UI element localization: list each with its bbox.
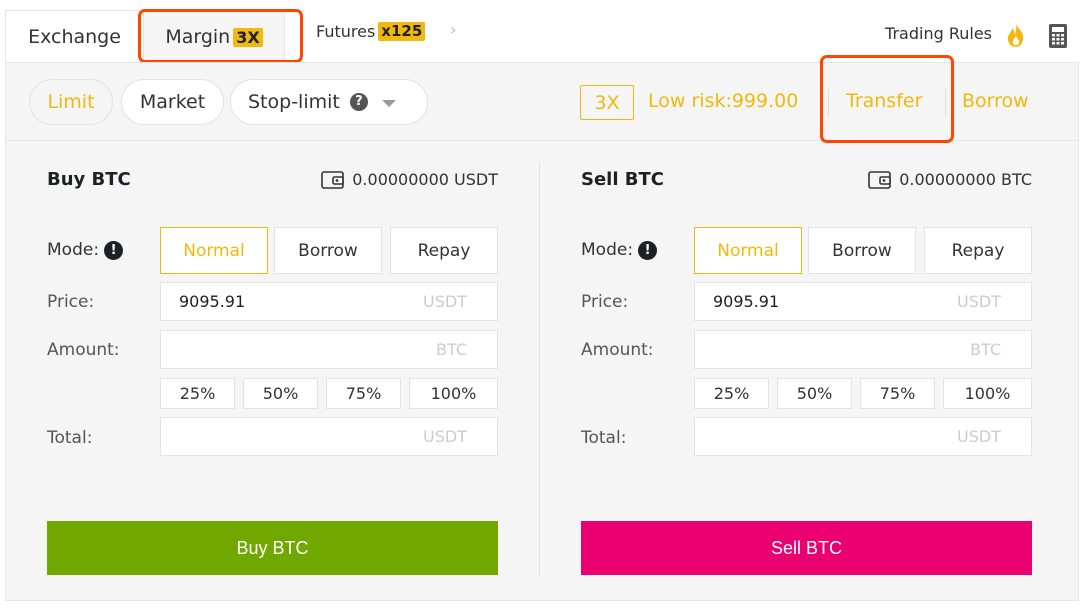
divider xyxy=(945,89,946,117)
calculator-icon[interactable] xyxy=(1049,24,1067,48)
buy-form: Buy BTC 0.00000000 USDT Mode: ! Normal B… xyxy=(47,141,517,601)
sell-price-input[interactable]: 9095.91 USDT xyxy=(694,282,1032,321)
sell-btc-button[interactable]: Sell BTC xyxy=(581,521,1032,575)
buy-balance-value: 0.00000000 USDT xyxy=(352,170,498,189)
buy-btc-button[interactable]: Buy BTC xyxy=(47,521,498,575)
wallet-icon xyxy=(321,170,345,189)
tab-margin-label: Margin xyxy=(165,26,231,48)
buy-total-input[interactable]: USDT xyxy=(160,417,498,456)
tab-margin[interactable]: Margin 3X xyxy=(143,10,285,63)
sell-mode-repay[interactable]: Repay xyxy=(924,227,1032,274)
buy-total-label: Total: xyxy=(47,428,93,448)
sell-amount-unit: BTC xyxy=(970,340,1001,359)
buy-amount-unit: BTC xyxy=(436,340,467,359)
help-icon[interactable]: ? xyxy=(349,93,368,111)
sell-mode-label: Mode: ! xyxy=(581,240,658,260)
risk-level: Low risk:999.00 xyxy=(648,90,799,112)
buy-total-unit: USDT xyxy=(423,427,467,446)
buy-mode-label: Mode: ! xyxy=(47,240,124,260)
tab-futures-label: Futures xyxy=(316,22,376,41)
leverage-value: 3X xyxy=(594,91,620,114)
sell-percent-75[interactable]: 75% xyxy=(860,378,935,409)
fire-icon xyxy=(1007,23,1024,47)
buy-price-unit: USDT xyxy=(423,292,467,311)
sell-percent-25[interactable]: 25% xyxy=(694,378,769,409)
buy-percent-100[interactable]: 100% xyxy=(409,378,498,409)
buy-price-value: 9095.91 xyxy=(179,292,246,311)
buy-price-input[interactable]: 9095.91 USDT xyxy=(160,282,498,321)
divider xyxy=(828,89,829,117)
sell-balance: 0.00000000 BTC xyxy=(868,170,1032,189)
sell-percent-50[interactable]: 50% xyxy=(777,378,852,409)
caret-down-icon[interactable] xyxy=(381,99,396,107)
buy-balance: 0.00000000 USDT xyxy=(321,170,498,189)
order-type-stop-limit[interactable]: Stop-limit ? xyxy=(230,79,428,125)
borrow-link[interactable]: Borrow xyxy=(962,90,1029,112)
buy-percent-25[interactable]: 25% xyxy=(160,378,235,409)
buy-price-label: Price: xyxy=(47,292,95,312)
order-type-market[interactable]: Market xyxy=(121,79,224,125)
sell-mode-label-text: Mode: xyxy=(581,240,634,260)
trade-panel: Limit Market Stop-limit ? 3X Low risk:99… xyxy=(5,62,1079,601)
wallet-icon xyxy=(868,170,892,189)
chevron-right-icon[interactable]: › xyxy=(450,20,456,39)
sell-percent-100[interactable]: 100% xyxy=(943,378,1032,409)
transfer-link[interactable]: Transfer xyxy=(846,90,922,112)
buy-mode-repay[interactable]: Repay xyxy=(390,227,498,274)
sell-balance-value: 0.00000000 BTC xyxy=(899,170,1032,189)
market-type-tabs: Exchange Margin 3X Futures x125 › Tradin… xyxy=(0,0,1080,63)
info-exclamation-icon[interactable]: ! xyxy=(104,240,124,260)
order-type-limit-label: Limit xyxy=(47,91,95,113)
buy-mode-label-text: Mode: xyxy=(47,240,100,260)
tab-futures[interactable]: Futures x125 xyxy=(300,10,441,50)
order-type-stop-limit-label: Stop-limit xyxy=(248,91,340,113)
tab-exchange[interactable]: Exchange xyxy=(5,10,143,63)
buy-percent-75[interactable]: 75% xyxy=(326,378,401,409)
order-type-limit[interactable]: Limit xyxy=(29,79,113,125)
sell-total-unit: USDT xyxy=(957,427,1001,446)
sell-amount-input[interactable]: BTC xyxy=(694,330,1032,369)
sell-mode-normal[interactable]: Normal xyxy=(694,227,802,274)
trading-rules-link[interactable]: Trading Rules xyxy=(885,24,992,43)
buy-mode-borrow[interactable]: Borrow xyxy=(274,227,382,274)
sell-amount-label: Amount: xyxy=(581,340,654,360)
tab-exchange-label: Exchange xyxy=(28,26,121,48)
order-type-market-label: Market xyxy=(139,91,206,113)
buy-amount-input[interactable]: BTC xyxy=(160,330,498,369)
sell-title: Sell BTC xyxy=(581,169,664,190)
sell-mode-borrow[interactable]: Borrow xyxy=(808,227,916,274)
buy-amount-label: Amount: xyxy=(47,340,120,360)
sell-total-input[interactable]: USDT xyxy=(694,417,1032,456)
sell-price-value: 9095.91 xyxy=(713,292,780,311)
buy-mode-normal[interactable]: Normal xyxy=(160,227,268,274)
info-exclamation-icon[interactable]: ! xyxy=(638,240,658,260)
leverage-indicator: 3X xyxy=(580,85,634,120)
margin-leverage-badge: 3X xyxy=(233,27,263,47)
order-type-bar: Limit Market Stop-limit ? 3X Low risk:99… xyxy=(6,63,1078,141)
buy-sell-divider xyxy=(539,162,540,576)
sell-form: Sell BTC 0.00000000 BTC Mode: ! Normal B… xyxy=(581,141,1051,601)
sell-total-label: Total: xyxy=(581,428,627,448)
futures-leverage-badge: x125 xyxy=(378,22,426,41)
buy-title: Buy BTC xyxy=(47,169,131,190)
sell-price-unit: USDT xyxy=(957,292,1001,311)
sell-price-label: Price: xyxy=(581,292,629,312)
buy-percent-50[interactable]: 50% xyxy=(243,378,318,409)
